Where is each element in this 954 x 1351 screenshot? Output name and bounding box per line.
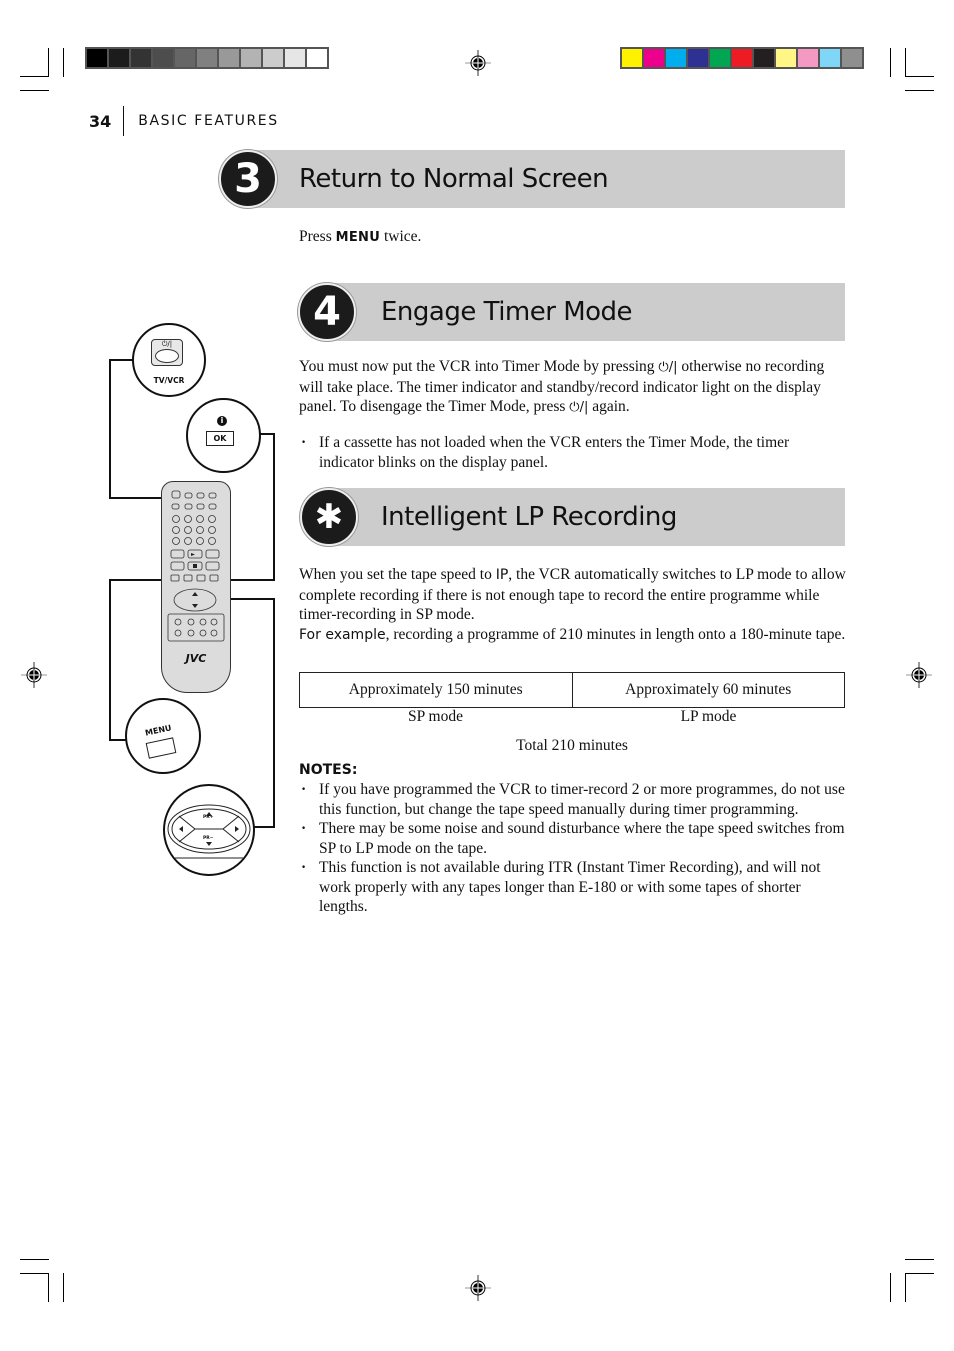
recording-time-table: Approximately 150 minutes Approximately … xyxy=(299,672,845,708)
color-swatch xyxy=(175,49,195,67)
callout-line xyxy=(109,497,169,499)
color-swatch xyxy=(131,49,151,67)
power-button-callout: ⏻/| TV/VCR xyxy=(132,323,206,397)
color-swatch xyxy=(776,49,796,67)
list-item: If you have programmed the VCR to timer-… xyxy=(299,780,847,819)
registration-target-icon xyxy=(21,662,47,688)
section-title: BASIC FEATURES xyxy=(138,113,279,129)
step-4-heading-bar: Engage Timer Mode xyxy=(325,283,845,341)
callout-line xyxy=(273,433,275,580)
pr-up-label: PR+ xyxy=(203,815,214,820)
menu-key-label: MENU xyxy=(335,230,381,245)
total-caption: Total 210 minutes xyxy=(516,737,628,754)
color-swatch xyxy=(754,49,774,67)
ok-button-callout: i OK xyxy=(186,398,261,473)
brand-logo: JVC xyxy=(185,652,207,665)
color-swatch xyxy=(842,49,862,67)
notes-heading: NOTES: xyxy=(299,762,358,778)
dpad-callout: PR+ PR− xyxy=(163,784,255,876)
color-swatch xyxy=(285,49,305,67)
lp-mode-caption: LP mode xyxy=(680,708,737,725)
power-standby-icon: ⏻/| xyxy=(658,360,678,375)
menu-button xyxy=(145,737,177,759)
info-icon: i xyxy=(217,416,227,426)
color-swatch xyxy=(87,49,107,67)
list-item: There may be some noise and sound distur… xyxy=(299,819,847,858)
color-swatch xyxy=(153,49,173,67)
color-swatch xyxy=(197,49,217,67)
registration-target-icon xyxy=(906,662,932,688)
sp-duration-cell: Approximately 150 minutes xyxy=(299,672,573,708)
ilp-title: Intelligent LP Recording xyxy=(381,502,677,532)
list-item: If a cassette has not loaded when the VC… xyxy=(299,433,847,472)
callout-line xyxy=(273,598,275,828)
grayscale-calibration-bar xyxy=(85,47,329,69)
callout-line xyxy=(109,579,111,741)
ip-key-label: IP xyxy=(495,567,509,583)
callout-line xyxy=(109,359,111,499)
color-calibration-bar xyxy=(620,47,864,69)
example-label: For example xyxy=(299,626,386,643)
running-header: 34 BASIC FEATURES xyxy=(89,106,279,136)
notes-list: If you have programmed the VCR to timer-… xyxy=(299,780,847,917)
step-3-heading-bar: Return to Normal Screen xyxy=(245,150,845,208)
color-swatch xyxy=(820,49,840,67)
tv-vcr-label: TV/VCR xyxy=(153,376,185,385)
color-swatch xyxy=(688,49,708,67)
sp-mode-caption: SP mode xyxy=(408,708,463,725)
ilp-heading-bar: Intelligent LP Recording xyxy=(325,488,845,546)
step-4-number-badge: 4 xyxy=(298,283,356,341)
pr-down-label: PR− xyxy=(203,836,214,841)
color-swatch xyxy=(622,49,642,67)
lp-duration-cell: Approximately 60 minutes xyxy=(571,672,845,708)
color-swatch xyxy=(710,49,730,67)
header-divider xyxy=(123,106,125,136)
step-3-title: Return to Normal Screen xyxy=(299,164,609,194)
color-swatch xyxy=(241,49,261,67)
color-swatch xyxy=(644,49,664,67)
color-swatch xyxy=(263,49,283,67)
registration-target-icon xyxy=(465,50,491,76)
step-4-paragraph: You must now put the VCR into Timer Mode… xyxy=(299,357,847,418)
callout-line xyxy=(109,359,134,361)
color-swatch xyxy=(666,49,686,67)
color-swatch xyxy=(109,49,129,67)
power-standby-icon: ⏻/| xyxy=(161,340,173,348)
color-swatch xyxy=(732,49,752,67)
power-standby-icon: ⏻/| xyxy=(569,400,589,415)
step-3-instruction: Press MENU twice. xyxy=(299,228,422,245)
asterisk-badge-icon: ✱ xyxy=(300,488,358,546)
power-standby-button: ⏻/| xyxy=(151,339,183,366)
menu-label: MENU xyxy=(144,723,173,738)
step-3-number-badge: 3 xyxy=(219,150,277,208)
ok-button-label: OK xyxy=(206,431,234,446)
page-number: 34 xyxy=(89,111,112,131)
remote-control-body: JVC xyxy=(161,481,231,693)
step-4-title: Engage Timer Mode xyxy=(381,297,633,327)
color-swatch xyxy=(798,49,818,67)
color-swatch xyxy=(307,49,327,67)
list-item: This function is not available during IT… xyxy=(299,858,847,917)
menu-button-callout: MENU xyxy=(125,698,201,774)
table-row: Approximately 150 minutes Approximately … xyxy=(299,672,845,708)
registration-target-icon xyxy=(465,1275,491,1301)
step-4-bullet-list: If a cassette has not loaded when the VC… xyxy=(299,433,847,472)
color-swatch xyxy=(219,49,239,67)
ilp-paragraph: When you set the tape speed to IP, the V… xyxy=(299,566,846,643)
